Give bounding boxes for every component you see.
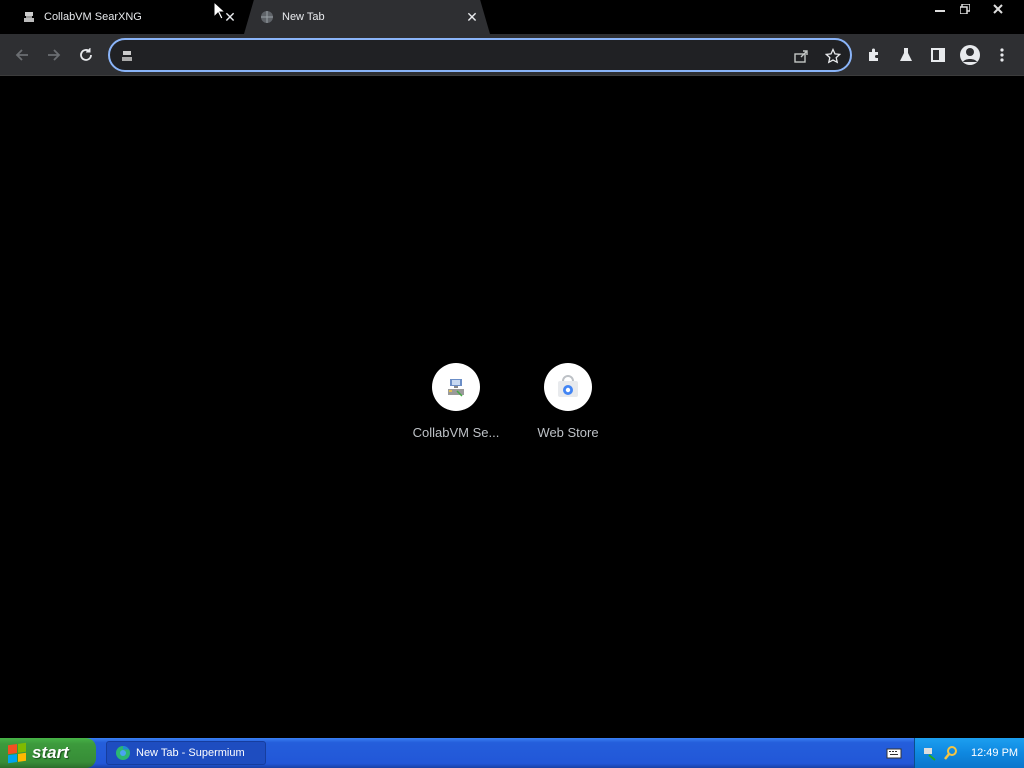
globe-icon [260, 10, 274, 24]
address-input[interactable] [140, 46, 780, 64]
minimize-icon[interactable] [927, 0, 953, 18]
windows-flag-icon [8, 742, 26, 764]
shortcut-label: Web Store [537, 425, 599, 440]
web-store-icon [544, 363, 592, 411]
start-label: start [32, 743, 69, 762]
new-tab-page: CollabVM Se... Web Store [0, 77, 1024, 738]
shortcut-collabvm[interactable]: CollabVM Se... [401, 363, 511, 440]
collabvm-favicon-icon [22, 10, 36, 24]
supermium-icon [116, 746, 130, 760]
profile-avatar-icon[interactable] [957, 42, 983, 68]
collabvm-icon [432, 363, 480, 411]
restore-icon[interactable] [952, 0, 978, 18]
taskbar-item-supermium[interactable]: New Tab - Supermium [106, 741, 266, 765]
browser-toolbar [0, 34, 1024, 76]
shortcut-label: CollabVM Se... [412, 425, 500, 440]
reload-icon[interactable] [73, 42, 99, 68]
taskbar: start New Tab - Supermium 12:49 PM [0, 738, 1024, 768]
network-icon[interactable] [923, 745, 939, 761]
side-panel-icon[interactable] [925, 42, 951, 68]
site-info-icon[interactable] [118, 47, 136, 65]
taskbar-item-label: New Tab - Supermium [136, 747, 245, 759]
tab-title: CollabVM SearXNG [44, 11, 142, 23]
bookmark-star-icon[interactable] [824, 47, 842, 65]
start-button[interactable]: start [0, 738, 96, 768]
search-magnifier-icon[interactable] [943, 745, 959, 761]
tab-title: New Tab [282, 11, 325, 23]
extensions-puzzle-icon[interactable] [861, 42, 887, 68]
keyboard-icon[interactable] [886, 745, 902, 761]
mouse-cursor-icon [213, 1, 227, 20]
system-tray: 12:49 PM [914, 738, 1024, 768]
close-icon[interactable] [985, 0, 1011, 18]
back-arrow-icon[interactable] [9, 42, 35, 68]
tab-strip: CollabVM SearXNG ✕ New Tab ✕ [0, 0, 1024, 34]
menu-dots-icon[interactable] [989, 42, 1015, 68]
shortcut-web-store[interactable]: Web Store [513, 363, 623, 440]
tab-collabvm-searxng[interactable]: CollabVM SearXNG ✕ [0, 0, 244, 34]
labs-flask-icon[interactable] [893, 42, 919, 68]
clock[interactable]: 12:49 PM [971, 747, 1018, 759]
forward-arrow-icon[interactable] [41, 42, 67, 68]
tab-new-tab[interactable]: New Tab ✕ [244, 0, 490, 34]
desktop-screen: CollabVM SearXNG ✕ New Tab ✕ CollabVM Se… [0, 0, 1024, 768]
address-bar[interactable] [108, 38, 852, 72]
share-icon[interactable] [792, 47, 810, 65]
tab-close-icon[interactable]: ✕ [464, 9, 480, 25]
